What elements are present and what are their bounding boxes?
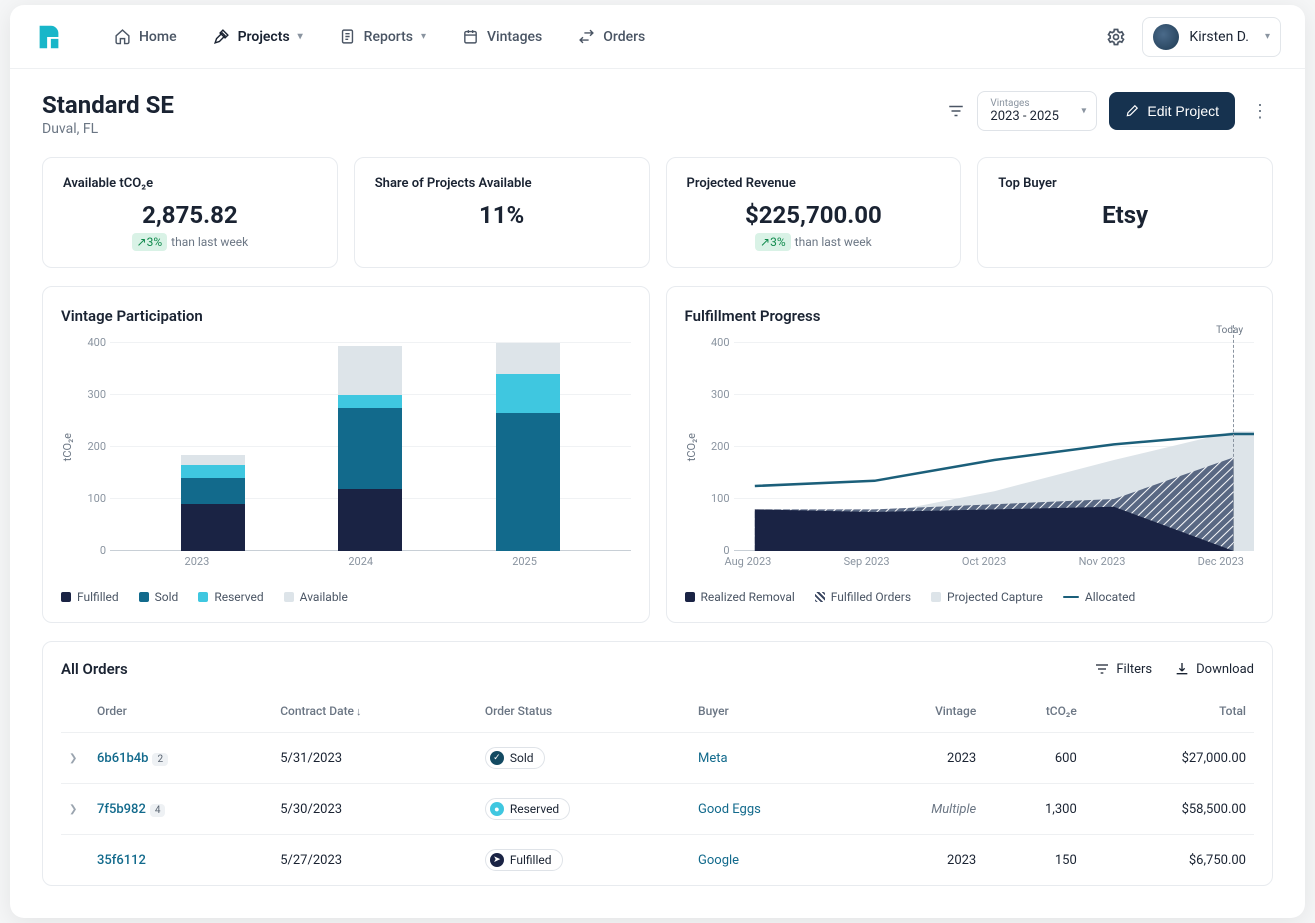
buyer-link[interactable]: Google <box>698 853 739 868</box>
nav-reports[interactable]: Reports ▾ <box>325 20 440 53</box>
col-vintage[interactable]: Vintage <box>856 690 984 733</box>
edit-project-label: Edit Project <box>1147 103 1219 119</box>
kpi-available: Available tCO₂e 2,875.82 ↗3%than last we… <box>42 157 338 268</box>
vintages-select-label: Vintages <box>990 98 1060 109</box>
kpi-revenue-delta: ↗3%than last week <box>687 235 941 249</box>
nav-orders[interactable]: Orders <box>564 20 659 53</box>
orders-table-title: All Orders <box>61 660 128 678</box>
kpi-available-delta: ↗3%than last week <box>63 235 317 249</box>
col-buyer[interactable]: Buyer <box>690 690 856 733</box>
pencil-icon <box>1125 104 1139 118</box>
table-row[interactable]: 35f61125/27/2023➤FulfilledGoogle2023150$… <box>61 835 1254 886</box>
bar-2024 <box>338 346 402 551</box>
status-badge: ✓Sold <box>485 747 545 769</box>
nav-projects-label: Projects <box>238 29 290 45</box>
chart-fulfillment-plot: 0100200300400 Today <box>734 343 1255 551</box>
vintages-select-value: 2023 - 2025 <box>990 109 1060 124</box>
chart-vintage-ylabel: tCO₂e <box>61 433 74 461</box>
table-row[interactable]: ❯7f5b98245/30/2023●ReservedGood EggsMult… <box>61 784 1254 835</box>
order-link[interactable]: 35f6112 <box>97 853 146 868</box>
vintages-select[interactable]: Vintages 2023 - 2025 <box>977 91 1097 131</box>
col-order-status[interactable]: Order Status <box>477 690 690 733</box>
status-badge: ●Reserved <box>485 798 570 820</box>
chevron-down-icon: ▾ <box>421 31 426 42</box>
page-title: Standard SE <box>42 91 174 119</box>
col-contract-date[interactable]: Contract Date↓ <box>272 690 477 733</box>
kpi-revenue-value: $225,700.00 <box>687 201 941 229</box>
chart-vintage-xlabels: 202320242025 <box>91 555 631 568</box>
chart-vintage-title: Vintage Participation <box>61 307 631 325</box>
chart-vintage-plot: 0100200300400 <box>110 343 631 551</box>
kpi-available-value: 2,875.82 <box>63 201 317 229</box>
page-subtitle: Duval, FL <box>42 121 174 137</box>
chevron-down-icon: ▾ <box>298 31 303 42</box>
buyer-link[interactable]: Good Eggs <box>698 802 761 817</box>
chart-vintage-legend: Fulfilled Sold Reserved Available <box>61 590 631 604</box>
chart-fulfillment-title: Fulfillment Progress <box>685 307 1255 325</box>
buyer-link[interactable]: Meta <box>698 751 728 766</box>
kpi-revenue: Projected Revenue $225,700.00 ↗3%than la… <box>666 157 962 268</box>
orders-table: Order Contract Date↓ Order Status Buyer … <box>61 690 1254 885</box>
bar-2023 <box>181 455 245 551</box>
chart-vintage-participation: Vintage Participation tCO₂e 010020030040… <box>42 286 650 623</box>
kpi-share-label: Share of Projects Available <box>375 176 629 191</box>
filter-icon[interactable] <box>947 102 965 120</box>
orders-table-card: All Orders Filters Download O <box>42 641 1273 886</box>
order-link[interactable]: 7f5b982 <box>97 802 146 817</box>
kpi-top-buyer: Top Buyer Etsy <box>977 157 1273 268</box>
filter-icon <box>1094 661 1110 677</box>
col-total[interactable]: Total <box>1085 690 1254 733</box>
table-row[interactable]: ❯6b61b4b25/31/2023✓SoldMeta2023600$27,00… <box>61 733 1254 784</box>
kpi-revenue-label: Projected Revenue <box>687 176 941 191</box>
kpi-share: Share of Projects Available 11% <box>354 157 650 268</box>
chart-fulfillment-legend: Realized Removal Fulfilled Orders Projec… <box>685 590 1255 604</box>
avatar <box>1153 24 1179 50</box>
nav-projects[interactable]: Projects ▾ <box>199 20 317 53</box>
edit-project-button[interactable]: Edit Project <box>1109 92 1235 130</box>
order-link[interactable]: 6b61b4b <box>97 751 148 766</box>
expand-row-button[interactable]: ❯ <box>61 733 89 784</box>
nav-home[interactable]: Home <box>100 20 191 53</box>
sort-desc-icon: ↓ <box>356 705 362 718</box>
logo <box>34 22 64 52</box>
top-nav: Home Projects ▾ Reports ▾ Vintages Order… <box>10 5 1305 69</box>
settings-button[interactable] <box>1106 27 1126 47</box>
nav-vintages-label: Vintages <box>487 29 542 45</box>
nav-orders-label: Orders <box>603 29 645 45</box>
more-menu-button[interactable]: ⋮ <box>1247 101 1273 122</box>
nav-home-label: Home <box>139 29 177 45</box>
user-menu[interactable]: Kirsten D. ▾ <box>1142 17 1281 57</box>
kpi-share-value: 11% <box>375 201 629 229</box>
today-label: Today <box>1216 325 1243 336</box>
bar-2025 <box>496 343 560 551</box>
kpi-available-label: Available tCO₂e <box>63 176 317 191</box>
chart-fulfillment-ylabel: tCO₂e <box>685 433 698 461</box>
kpi-top-buyer-label: Top Buyer <box>998 176 1252 191</box>
expand-row-button[interactable]: ❯ <box>61 784 89 835</box>
chart-fulfillment-progress: Fulfillment Progress tCO₂e 0100200300400… <box>666 286 1274 623</box>
nav-vintages[interactable]: Vintages <box>448 20 556 53</box>
nav-reports-label: Reports <box>364 29 413 45</box>
download-button[interactable]: Download <box>1174 661 1254 677</box>
chevron-down-icon: ▾ <box>1265 31 1270 42</box>
col-tco2e[interactable]: tCO₂e <box>984 690 1085 733</box>
user-name: Kirsten D. <box>1189 29 1249 45</box>
kpi-top-buyer-value: Etsy <box>998 201 1252 229</box>
status-badge: ➤Fulfilled <box>485 849 563 871</box>
filters-button[interactable]: Filters <box>1094 661 1152 677</box>
chart-fulfillment-xlabels: Aug 2023Sep 2023Oct 2023Nov 2023Dec 2023 <box>715 555 1255 568</box>
col-order[interactable]: Order <box>89 690 272 733</box>
download-icon <box>1174 661 1190 677</box>
